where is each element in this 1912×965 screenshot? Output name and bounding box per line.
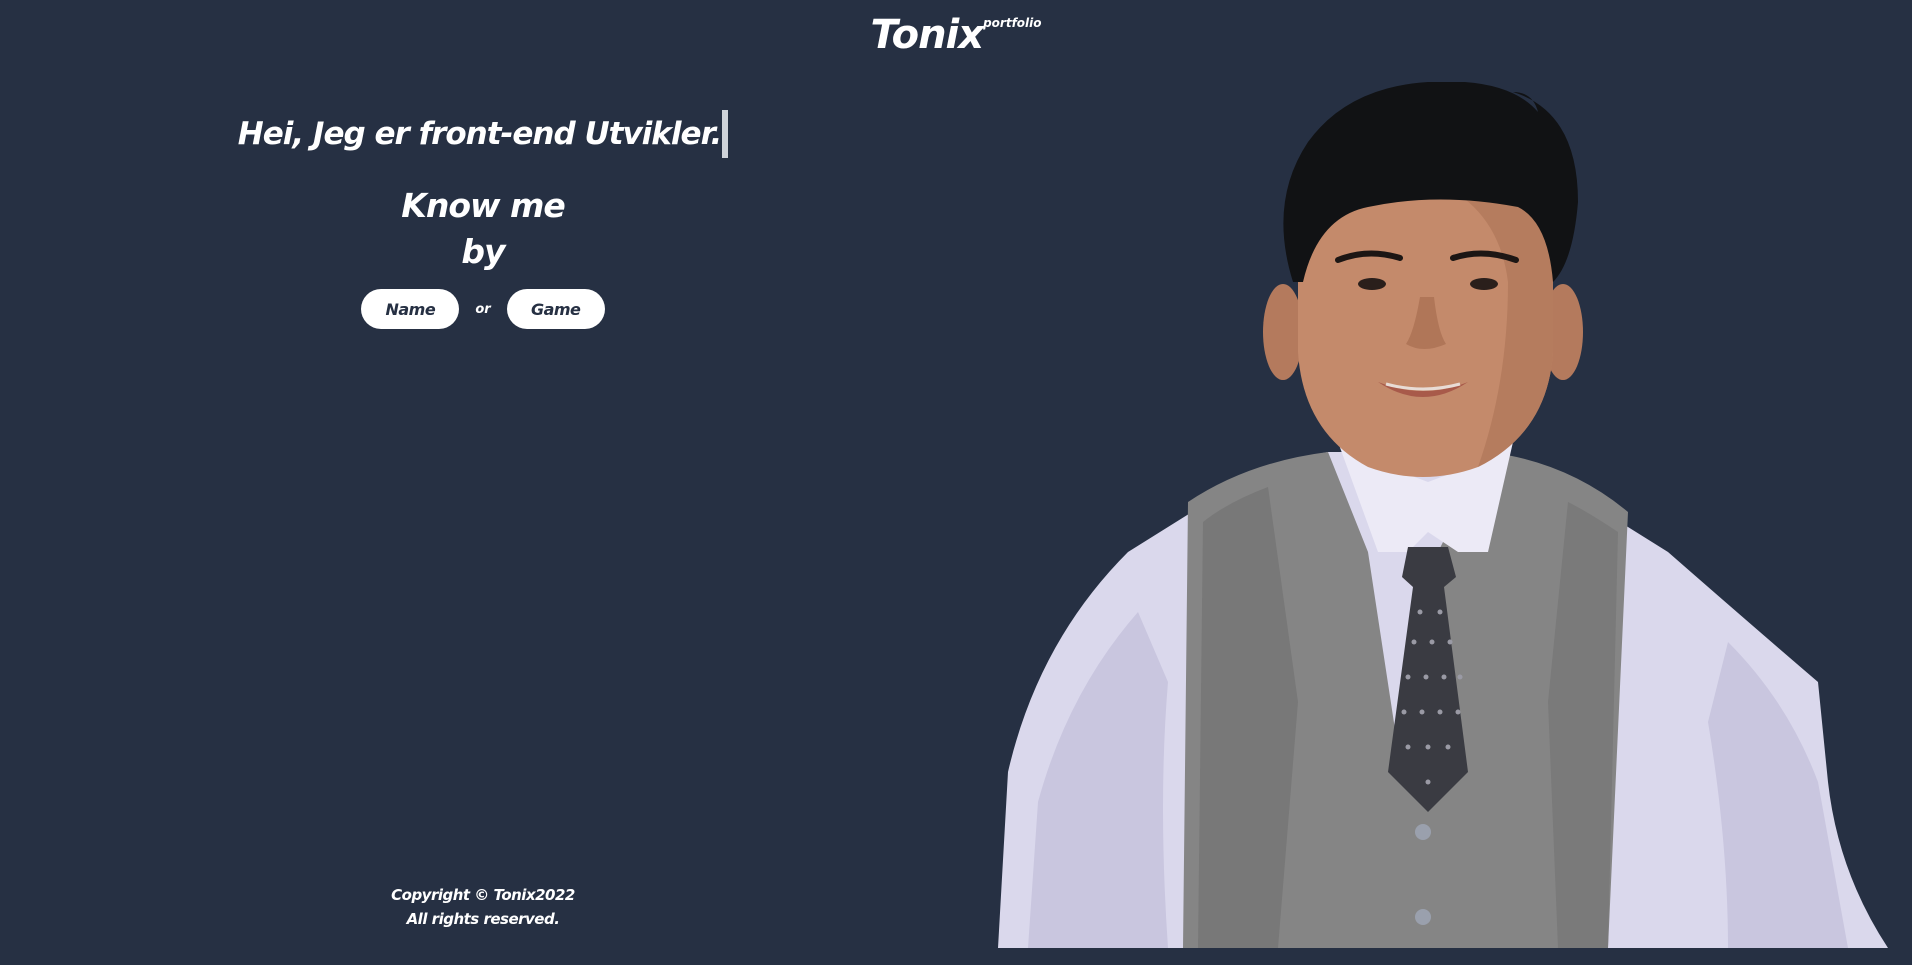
logo-superscript: portfolio [983,16,1042,30]
game-button[interactable]: Game [506,289,605,329]
know-me-line: Know me [401,186,565,225]
hero-section: Hei, Jeg er front-end Utvikler. Know me … [0,110,966,329]
choice-buttons: Name or Game [0,289,966,329]
typing-headline: Hei, Jeg er front-end Utvikler. [237,110,729,158]
headline-text: Hei, Jeg er front-end Utvikler. [237,116,722,152]
page: Tonixportfolio Hei, Jeg er front-end Utv… [0,0,1912,965]
or-separator: or [475,301,491,317]
rights-text: All rights reserved. [406,910,560,928]
site-logo[interactable]: Tonixportfolio [0,10,1912,60]
by-line: by [461,232,505,271]
footer: Copyright © Tonix2022 All rights reserve… [0,883,966,931]
name-button[interactable]: Name [361,289,460,329]
know-me-heading: Know me by [0,183,966,275]
copyright-text: Copyright © Tonix2022 [391,886,575,904]
logo-text: Tonix [870,12,984,58]
portrait-photo [998,82,1888,948]
typing-cursor [722,110,729,158]
